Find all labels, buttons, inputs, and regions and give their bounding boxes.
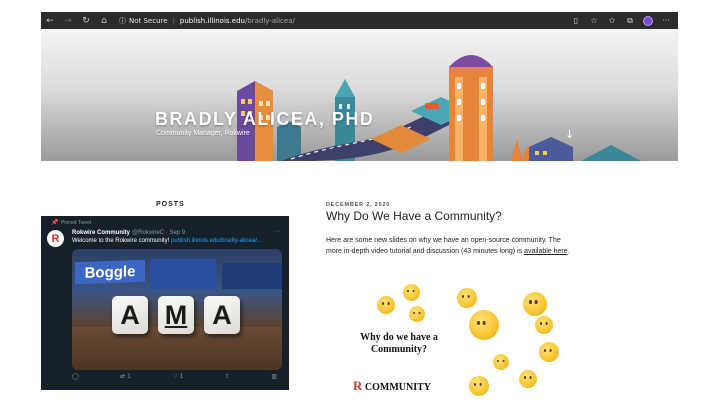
forward-icon[interactable]: → <box>59 12 77 29</box>
address-bar[interactable]: ⓘ Not Secure | publish.illinois.edu /bra… <box>119 14 295 27</box>
thinking-emoji-icon <box>457 288 477 308</box>
thinking-emoji-icon <box>409 306 425 322</box>
embedded-tweet[interactable]: 📌 Pinned Tweet R Rokwire Community @Rokwi… <box>41 216 289 390</box>
site-subtitle: Community Manager, Rokwire <box>156 130 250 137</box>
tweet-author[interactable]: Rokwire Community @RokwireC · Sep 9 <box>72 230 185 236</box>
thinking-emoji-icon <box>493 354 509 370</box>
share-icon[interactable]: ⇪ <box>225 373 230 380</box>
refresh-icon[interactable]: ↻ <box>77 12 95 29</box>
profile-button[interactable] <box>640 12 656 29</box>
thinking-emoji-icon <box>403 284 420 301</box>
address-separator: | <box>172 16 175 25</box>
isometric-city-illustration <box>237 55 641 161</box>
analytics-icon[interactable]: ▥ <box>271 373 277 380</box>
security-label: Not Secure <box>129 16 168 25</box>
posts-heading: POSTS <box>156 201 185 208</box>
more-menu-icon[interactable]: ··· <box>658 12 674 29</box>
boggle-box-label: Boggle <box>75 259 145 285</box>
tweet-body: Welcome to the Rokwire community! <box>72 238 170 244</box>
thinking-emoji-icon <box>469 376 489 396</box>
tweet-author-handle: @RokwireC · Sep 9 <box>132 230 186 236</box>
url-path: /bradly-alicea/ <box>244 16 295 25</box>
like-icon[interactable]: ♡ 1 <box>172 373 183 380</box>
web-page: BRADLY ALICEA, PHD Community Manager, Ro… <box>41 29 678 405</box>
thinking-emoji-icon <box>535 316 553 334</box>
thinking-emoji-icon <box>377 296 395 314</box>
article-slide-image: Why do we have a Community? R COMMUNITY <box>351 284 561 405</box>
thinking-emoji-icon <box>539 342 559 362</box>
hero-banner: BRADLY ALICEA, PHD Community Manager, Ro… <box>41 29 678 161</box>
tweet-image[interactable]: Boggle A M A <box>72 249 282 370</box>
pinned-tweet-label: Pinned Tweet <box>61 220 92 226</box>
tweet-actions: ◯ ⇄ 1 ♡ 1 ⇪ ▥ <box>72 373 277 380</box>
browser-toolbar: ← → ↻ ⌂ ⓘ Not Secure | publish.illinois.… <box>41 12 678 29</box>
available-here-link[interactable]: available here <box>524 248 568 255</box>
retweet-icon[interactable]: ⇄ 1 <box>120 373 131 380</box>
rokwire-logo-text: COMMUNITY <box>364 382 431 393</box>
reply-icon[interactable]: ◯ <box>72 373 79 380</box>
pin-icon: 📌 <box>51 220 59 226</box>
tweet-author-name: Rokwire Community <box>72 230 131 236</box>
article-body: Here are some new slides on why we have … <box>326 236 576 257</box>
retweet-count: 1 <box>127 373 131 380</box>
article-title[interactable]: Why Do We Have a Community? <box>326 209 502 223</box>
thinking-emoji-icon <box>469 310 499 340</box>
like-count: 1 <box>179 373 184 380</box>
tweet-avatar[interactable]: R <box>47 230 64 247</box>
thinking-emoji-icon <box>523 292 547 316</box>
rokwire-logo-letter: R <box>353 378 363 393</box>
back-icon[interactable]: ← <box>41 12 59 29</box>
dice-a: A <box>112 296 148 334</box>
home-icon[interactable]: ⌂ <box>95 12 113 29</box>
browser-actions: ▯ ☆ ✩ ⧉ ··· <box>568 12 678 29</box>
scroll-down-arrow-icon[interactable]: ↓ <box>565 128 574 141</box>
favorite-star-icon[interactable]: ☆ <box>586 12 602 29</box>
avatar-letter: R <box>51 232 60 245</box>
tweet-more-icon[interactable]: ··· <box>274 228 281 235</box>
rokwire-community-logo: R COMMUNITY <box>353 378 431 394</box>
tweet-link[interactable]: publish.illinois.edu/bradly-alicea/... <box>171 238 262 244</box>
slide-question-text: Why do we have a Community? <box>360 332 438 355</box>
dice-a-second: A <box>204 296 240 334</box>
tweet-text: Welcome to the Rokwire community! publis… <box>72 238 262 244</box>
game-box-right <box>222 263 282 289</box>
article-body-end: . <box>567 247 570 255</box>
thinking-emoji-icon <box>519 370 537 388</box>
url-domain: publish.illinois.edu <box>179 16 245 25</box>
site-title[interactable]: BRADLY ALICEA, PHD <box>155 109 374 130</box>
collections-icon[interactable]: ⧉ <box>622 12 638 29</box>
profile-avatar-icon <box>643 15 653 26</box>
dice-m: M <box>158 296 194 334</box>
info-icon[interactable]: ⓘ <box>119 16 126 26</box>
article-date: DECEMBER 2, 2020 <box>326 202 391 208</box>
reader-view-icon[interactable]: ▯ <box>568 12 584 29</box>
favorites-list-icon[interactable]: ✩ <box>604 12 620 29</box>
game-box-side <box>150 259 216 289</box>
